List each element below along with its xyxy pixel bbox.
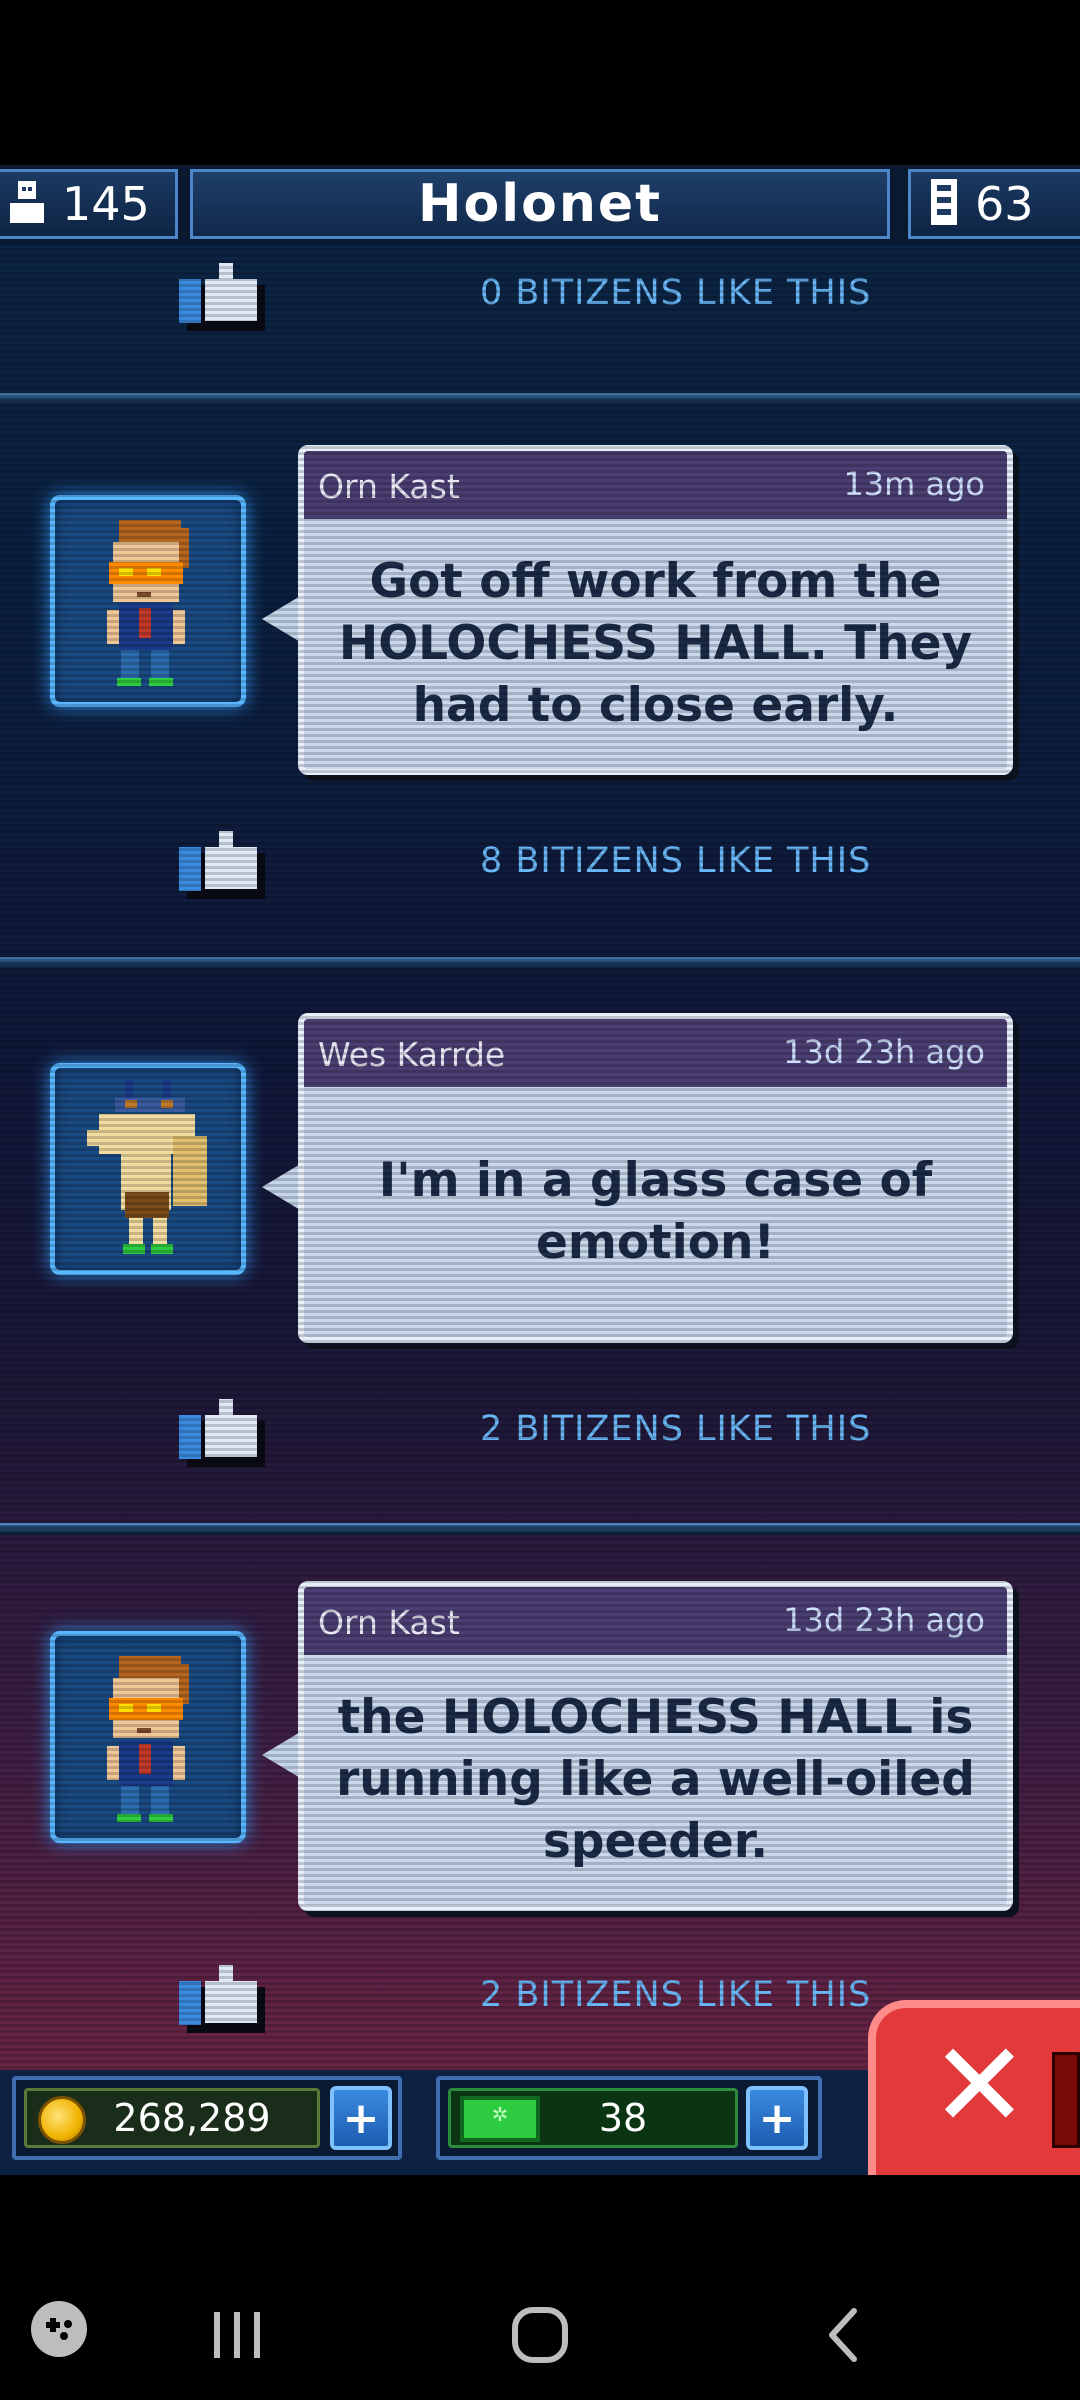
holonet-feed[interactable]: 0 BITIZENS LIKE THIS Orn Kast 13m ago Go… [0,245,1080,2075]
author-name[interactable]: Orn Kast [318,467,460,506]
population-counter: 145 [0,169,178,239]
like-row: 8 BITIZENS LIKE THIS [0,823,1080,903]
coins-panel: 268,289 + [12,2076,402,2160]
message-text: I'm in a glass case of emotion! [378,1153,933,1270]
person-icon [8,179,46,229]
like-count: 2 BITIZENS LIKE THIS [480,1409,872,1449]
divider [0,957,1080,969]
population-count: 145 [62,177,150,231]
bubble-header: Wes Karrde 13d 23h ago [304,1019,1007,1087]
navigation-bar [0,2175,1080,2400]
message-bubble: Orn Kast 13m ago Got off work from the H… [298,445,1013,775]
close-button[interactable]: ✕ [868,2000,1080,2176]
like-row: 0 BITIZENS LIKE THIS [0,255,1080,335]
plus-icon: + [758,2092,796,2144]
message-bubble: Wes Karrde 13d 23h ago I'm in a glass ca… [298,1013,1013,1343]
floors-counter: 63 [908,169,1080,239]
bux-icon [460,2096,540,2142]
floors-icon [929,177,959,231]
divider [0,1523,1080,1535]
title-box: Holonet [190,169,890,239]
message-text: the HOLOCHESS HALL is running like a wel… [336,1690,975,1869]
message-bubble: Orn Kast 13d 23h ago the HOLOCHESS HALL … [298,1581,1013,1911]
post-time: 13d 23h ago [783,1033,985,1071]
bubble-pointer [262,1163,302,1211]
avatar[interactable] [50,495,246,707]
post-card: Wes Karrde 13d 23h ago I'm in a glass ca… [0,1013,1080,1353]
bubble-pointer [262,1731,302,1779]
post-time: 13m ago [843,465,985,503]
page-title: Holonet [418,174,662,234]
game-launcher-icon[interactable] [30,2300,88,2362]
post-card: Orn Kast 13d 23h ago the HOLOCHESS HALL … [0,1581,1080,1921]
avatar[interactable] [50,1063,246,1275]
like-count: 0 BITIZENS LIKE THIS [480,273,872,313]
post-card: Orn Kast 13m ago Got off work from the H… [0,445,1080,785]
like-count: 2 BITIZENS LIKE THIS [480,1975,872,2015]
close-icon: ✕ [930,2016,1029,2154]
author-name[interactable]: Wes Karrde [318,1035,505,1074]
home-icon[interactable] [510,2305,570,2369]
bubble-pointer [262,595,302,643]
plus-icon: + [342,2092,380,2144]
bubble-header: Orn Kast 13d 23h ago [304,1587,1007,1655]
like-count: 8 BITIZENS LIKE THIS [480,841,872,881]
status-bar [0,0,1080,165]
author-name[interactable]: Orn Kast [318,1603,460,1642]
thumbs-up-icon[interactable] [175,1963,265,2043]
coin-icon [38,2096,86,2144]
thumbs-up-icon[interactable] [175,829,265,909]
bubble-header: Orn Kast 13m ago [304,451,1007,519]
post-time: 13d 23h ago [783,1601,985,1639]
thumbs-up-icon[interactable] [175,261,265,341]
add-coins-button[interactable]: + [330,2086,392,2150]
divider [0,393,1080,405]
recents-icon[interactable] [210,2310,266,2364]
back-icon[interactable] [822,2305,862,2369]
bux-panel: 38 + [436,2076,822,2160]
thumbs-up-icon[interactable] [175,1397,265,1477]
add-bux-button[interactable]: + [746,2086,808,2150]
like-row: 2 BITIZENS LIKE THIS [0,1391,1080,1471]
avatar[interactable] [50,1631,246,1843]
holonet-header: 145 Holonet 63 [0,165,1080,245]
message-text: Got off work from the HOLOCHESS HALL. Th… [338,554,973,733]
floors-count: 63 [975,177,1034,231]
close-button-edge [1052,2052,1080,2148]
